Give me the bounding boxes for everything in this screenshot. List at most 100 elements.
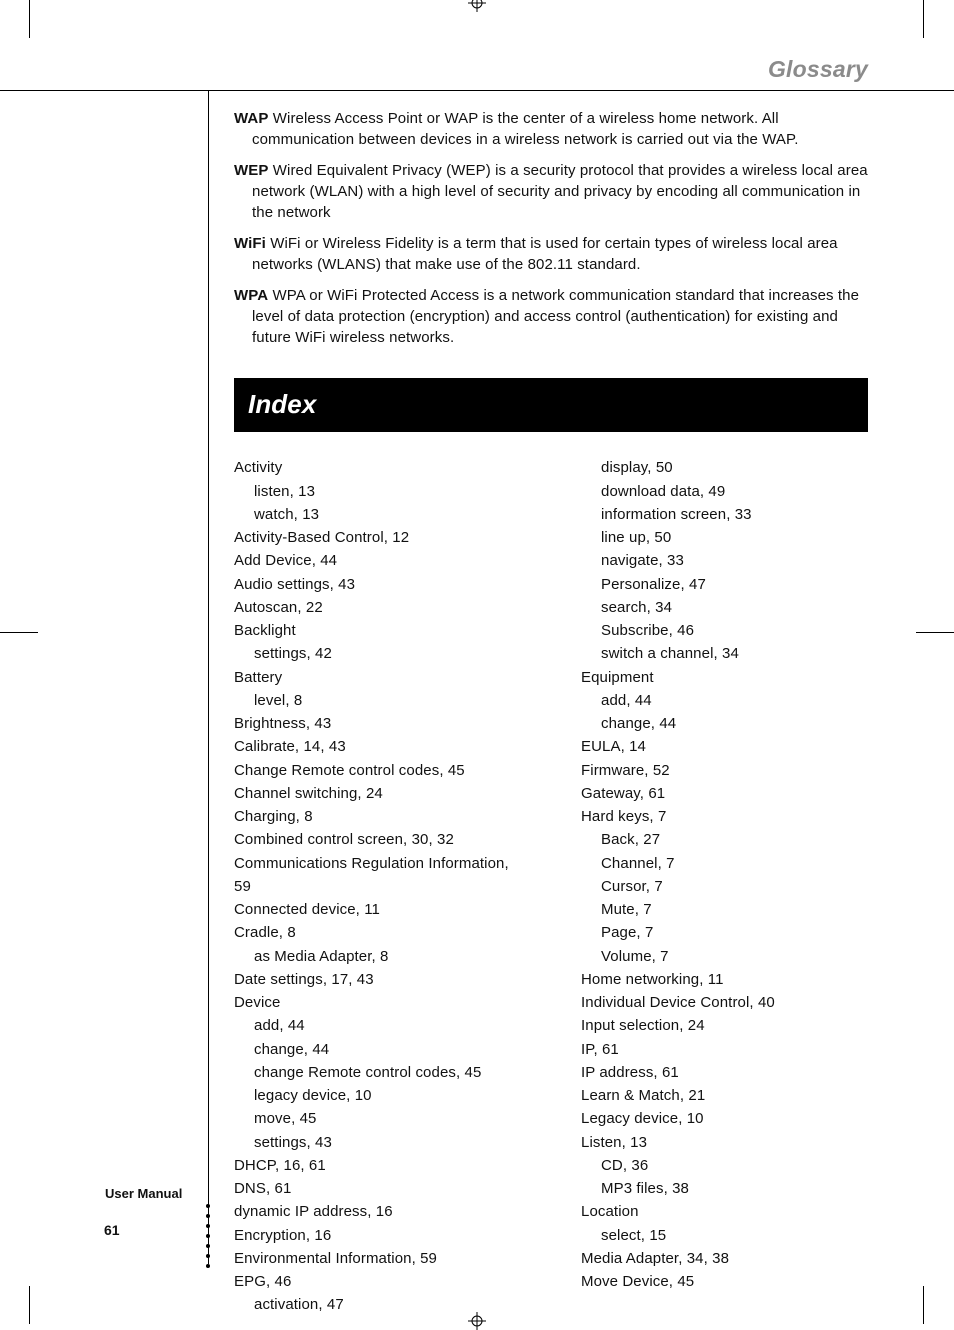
index-entry: move, 45 xyxy=(234,1107,521,1130)
index-entry: Audio settings, 43 xyxy=(234,573,521,596)
index-column-right: display, 50download data, 49information … xyxy=(581,456,868,1316)
glossary-definition: Wired Equivalent Privacy (WEP) is a secu… xyxy=(252,162,868,221)
index-entry: EULA, 14 xyxy=(581,735,868,758)
index-entry: add, 44 xyxy=(581,689,868,712)
index-entry: Listen, 13 xyxy=(581,1131,868,1154)
index-entry: download data, 49 xyxy=(581,480,868,503)
vertical-rule xyxy=(208,90,209,1264)
index-entry: change Remote control codes, 45 xyxy=(234,1061,521,1084)
index-entry: Charging, 8 xyxy=(234,805,521,828)
index-column-left: Activitylisten, 13watch, 13Activity-Base… xyxy=(234,456,521,1316)
index-entry: Channel switching, 24 xyxy=(234,782,521,805)
index-entry: Add Device, 44 xyxy=(234,549,521,572)
index-entry: Cursor, 7 xyxy=(581,875,868,898)
index-entry: Channel, 7 xyxy=(581,852,868,875)
glossary-entry: WPA WPA or WiFi Protected Access is a ne… xyxy=(234,285,868,348)
index-entry: line up, 50 xyxy=(581,526,868,549)
glossary-term: WiFi xyxy=(234,235,266,252)
index-entry: DHCP, 16, 61 xyxy=(234,1154,521,1177)
index-entry: Hard keys, 7 xyxy=(581,805,868,828)
index-entry: watch, 13 xyxy=(234,503,521,526)
index-entry: navigate, 33 xyxy=(581,549,868,572)
index-entry: Move Device, 45 xyxy=(581,1270,868,1293)
index-entry: level, 8 xyxy=(234,689,521,712)
index-entry: Combined control screen, 30, 32 xyxy=(234,828,521,851)
index-entry: Backlight xyxy=(234,619,521,642)
index-entry: Brightness, 43 xyxy=(234,712,521,735)
index-entry: Legacy device, 10 xyxy=(581,1107,868,1130)
index-entry: Communications Regulation Information, 5… xyxy=(234,852,521,899)
index-entry: Device xyxy=(234,991,521,1014)
crop-mark xyxy=(0,632,38,633)
index-entry: change, 44 xyxy=(581,712,868,735)
horizontal-rule xyxy=(0,90,954,91)
index-entry: change, 44 xyxy=(234,1038,521,1061)
crop-mark xyxy=(923,1286,924,1324)
crop-mark xyxy=(923,0,924,38)
index-entry: listen, 13 xyxy=(234,480,521,503)
glossary-entry: WEP Wired Equivalent Privacy (WEP) is a … xyxy=(234,160,868,223)
content-area: WAP Wireless Access Point or WAP is the … xyxy=(234,108,868,1317)
index-entry: Encryption, 16 xyxy=(234,1224,521,1247)
index-entry: IP, 61 xyxy=(581,1038,868,1061)
index-entry: Equipment xyxy=(581,666,868,689)
glossary-entry: WAP Wireless Access Point or WAP is the … xyxy=(234,108,868,150)
index-entry: Activity-Based Control, 12 xyxy=(234,526,521,549)
index-entry: Autoscan, 22 xyxy=(234,596,521,619)
index-entry: Battery xyxy=(234,666,521,689)
registration-mark-icon xyxy=(468,0,486,12)
index-heading: Index xyxy=(234,378,868,432)
index-entry: MP3 files, 38 xyxy=(581,1177,868,1200)
index-entry: settings, 43 xyxy=(234,1131,521,1154)
glossary-term: WAP xyxy=(234,110,268,127)
index-entry: Home networking, 11 xyxy=(581,968,868,991)
index-entry: Location xyxy=(581,1200,868,1223)
page: { "header": { "section_title": "Glossary… xyxy=(0,0,954,1324)
index-entry: add, 44 xyxy=(234,1014,521,1037)
decorative-dots xyxy=(206,1204,210,1268)
index-entry: Page, 7 xyxy=(581,921,868,944)
footer-label: User Manual xyxy=(105,1186,182,1201)
crop-mark xyxy=(916,632,954,633)
glossary-entry: WiFi WiFi or Wireless Fidelity is a term… xyxy=(234,233,868,275)
index-entry: display, 50 xyxy=(581,456,868,479)
glossary-term: WEP xyxy=(234,162,268,179)
index-entry: Connected device, 11 xyxy=(234,898,521,921)
index-entry: search, 34 xyxy=(581,596,868,619)
index-entry: Gateway, 61 xyxy=(581,782,868,805)
index-entry: Media Adapter, 34, 38 xyxy=(581,1247,868,1270)
index-entry: Date settings, 17, 43 xyxy=(234,968,521,991)
index-entry: DNS, 61 xyxy=(234,1177,521,1200)
index-entry: Volume, 7 xyxy=(581,945,868,968)
section-header: Glossary xyxy=(768,56,868,83)
index-entry: CD, 36 xyxy=(581,1154,868,1177)
index-entry: settings, 42 xyxy=(234,642,521,665)
index-entry: Environmental Information, 59 xyxy=(234,1247,521,1270)
index-entry: switch a channel, 34 xyxy=(581,642,868,665)
index-entry: EPG, 46 xyxy=(234,1270,521,1293)
index-entry: information screen, 33 xyxy=(581,503,868,526)
index-entry: Calibrate, 14, 43 xyxy=(234,735,521,758)
index-entry: Cradle, 8 xyxy=(234,921,521,944)
crop-mark xyxy=(29,1286,30,1324)
page-number: 61 xyxy=(104,1222,120,1238)
glossary-definition: WPA or WiFi Protected Access is a networ… xyxy=(252,287,859,346)
index-entry: dynamic IP address, 16 xyxy=(234,1200,521,1223)
index-entry: Firmware, 52 xyxy=(581,759,868,782)
index-entry: Activity xyxy=(234,456,521,479)
crop-mark xyxy=(29,0,30,38)
index-entry: IP address, 61 xyxy=(581,1061,868,1084)
index-entry: Subscribe, 46 xyxy=(581,619,868,642)
glossary-definition: WiFi or Wireless Fidelity is a term that… xyxy=(252,235,838,273)
index-entry: activation, 47 xyxy=(234,1293,521,1316)
index-entry: Personalize, 47 xyxy=(581,573,868,596)
index-columns: Activitylisten, 13watch, 13Activity-Base… xyxy=(234,456,868,1316)
index-entry: legacy device, 10 xyxy=(234,1084,521,1107)
index-entry: Mute, 7 xyxy=(581,898,868,921)
index-entry: Input selection, 24 xyxy=(581,1014,868,1037)
glossary-term: WPA xyxy=(234,287,268,304)
glossary-definition: Wireless Access Point or WAP is the cent… xyxy=(252,110,798,148)
index-entry: as Media Adapter, 8 xyxy=(234,945,521,968)
index-entry: Back, 27 xyxy=(581,828,868,851)
index-entry: Change Remote control codes, 45 xyxy=(234,759,521,782)
